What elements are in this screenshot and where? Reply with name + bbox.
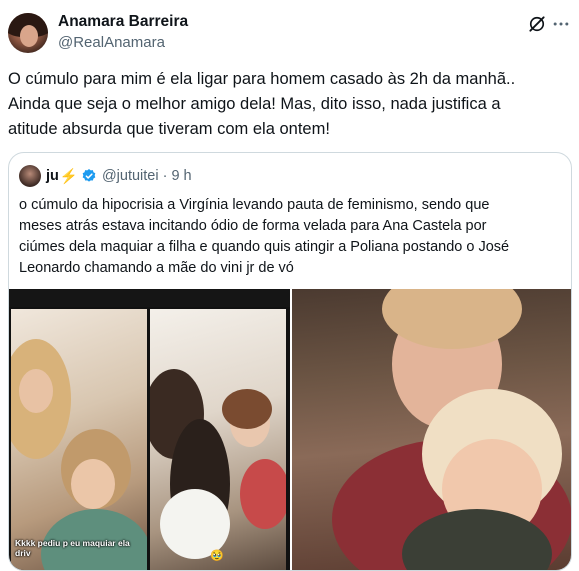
quoted-author-name[interactable]: ju [46, 168, 59, 184]
author-name[interactable]: Anamara Barreira [58, 13, 188, 31]
grok-icon[interactable] [527, 14, 547, 34]
quoted-author-name-emoji: ⚡ [59, 168, 78, 185]
media-image-left[interactable]: Kkkk pediu p eu maquiar ela driv 🥹 [9, 289, 290, 570]
quoted-tweet-text: o cúmulo da hipocrisia a Virgínia levand… [19, 197, 510, 276]
author-avatar[interactable] [8, 13, 48, 53]
image-top-bar [9, 289, 290, 307]
media-emoji: 🥹 [210, 550, 224, 562]
quoted-tweet[interactable]: ju ⚡ @jutuitei · 9 h o cúmulo da hipocri… [8, 152, 572, 571]
tweet-header: Anamara Barreira @RealAnamara [8, 10, 571, 56]
quoted-tweet-header: ju ⚡ @jutuitei · 9 h [19, 165, 192, 187]
quoted-author-avatar[interactable] [19, 165, 41, 187]
author-handle[interactable]: @RealAnamara [58, 34, 165, 51]
media-image-right[interactable] [292, 289, 571, 570]
image-panel-makeup: 🥹 [150, 309, 286, 570]
more-options-icon[interactable] [551, 14, 571, 34]
tweet-text: O cúmulo para mim é ela ligar para homem… [8, 70, 516, 138]
verified-badge-icon [82, 169, 96, 182]
dot-separator: · [162, 168, 168, 184]
image-panel-girls: Kkkk pediu p eu maquiar ela driv [11, 309, 147, 570]
quoted-tweet-time[interactable]: 9 h [171, 168, 191, 184]
media-caption: Kkkk pediu p eu maquiar ela driv [15, 538, 130, 558]
quoted-tweet-media: Kkkk pediu p eu maquiar ela driv 🥹 [9, 289, 571, 570]
quoted-author-handle[interactable]: @jutuitei [102, 168, 159, 184]
